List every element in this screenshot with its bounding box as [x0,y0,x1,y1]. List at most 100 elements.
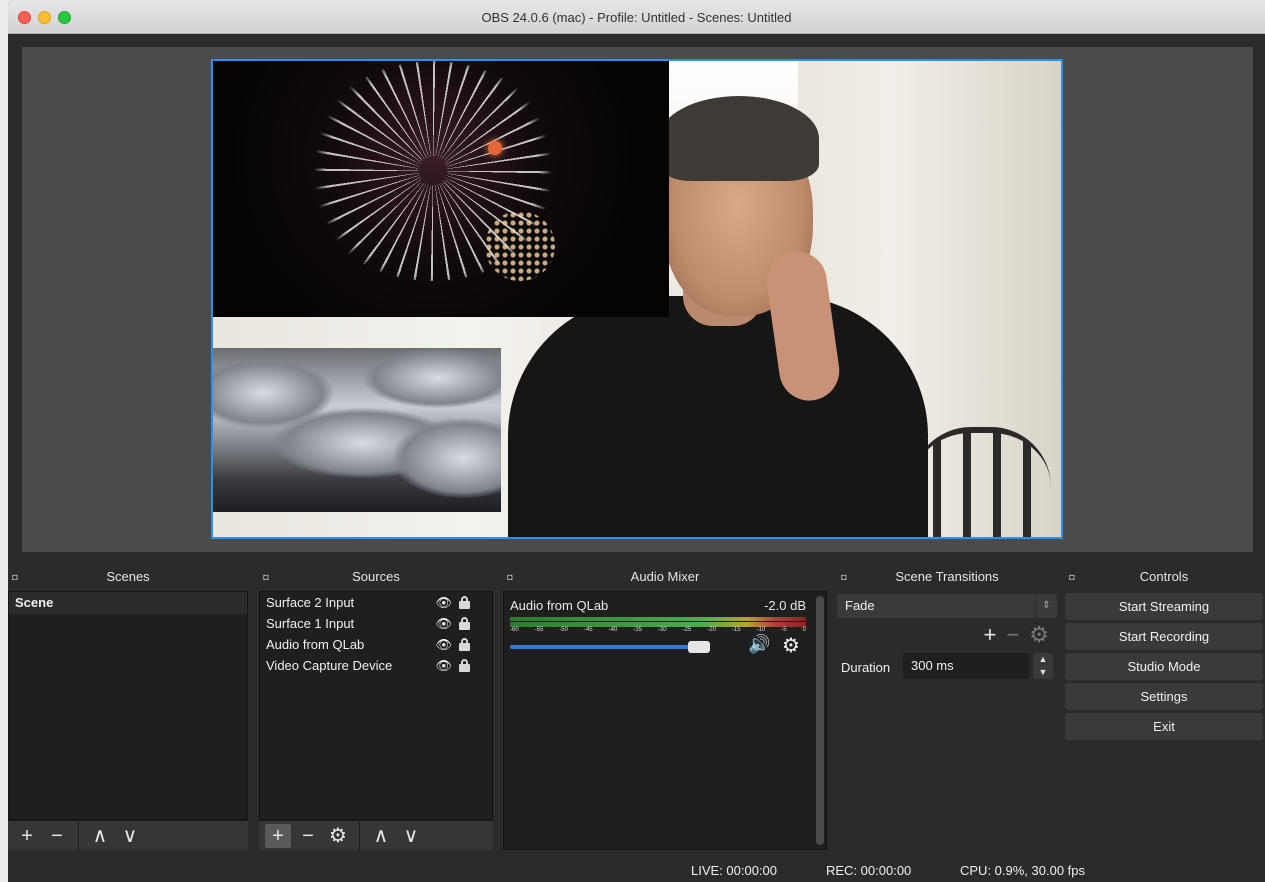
preview-area[interactable] [22,47,1253,552]
meter-tick-label: -60 [510,627,519,633]
duration-label: Duration [841,660,891,675]
transition-selected-value: Fade [845,598,875,613]
lock-icon[interactable] [459,659,470,672]
transition-tools: + − ⚙ [984,623,1049,647]
lock-icon[interactable] [459,596,470,609]
lock-icon[interactable] [459,617,470,630]
remove-scene-button[interactable]: − [44,824,70,848]
source-list-item[interactable]: Surface 2 Input 👁 [260,592,492,613]
lock-icon[interactable] [459,638,470,651]
transition-select[interactable]: Fade ⇕ [837,594,1057,618]
controls-dock-title: Controls [1139,569,1189,584]
move-scene-down-button[interactable]: ∨ [117,824,143,848]
move-source-down-button[interactable]: ∨ [398,824,424,848]
add-scene-button[interactable]: + [14,824,40,848]
transition-properties-gear-icon[interactable]: ⚙ [1029,623,1049,647]
source-name: Audio from QLab [266,637,365,652]
source-properties-gear-icon[interactable]: ⚙ [325,824,351,848]
scene-list-item[interactable]: Scene [9,592,247,614]
mixer-scrollbar[interactable] [816,596,824,845]
duration-stepper[interactable]: ▲ ▼ [1033,653,1053,679]
cpu-status: CPU: 0.9%, 30.00 fps [960,863,1086,878]
studio-mode-button[interactable]: Studio Mode [1065,653,1263,680]
source-name: Surface 1 Input [266,616,355,631]
source-surface-1-input[interactable] [213,348,501,512]
sources-dock-header: ◘ Sources [259,566,493,588]
meter-tick-label: -20 [707,627,716,633]
meter-tick-label: -40 [608,627,618,633]
live-status: LIVE: 00:00:00 [691,863,778,878]
scenes-dock-header: ◘ Scenes [8,566,248,588]
sources-list[interactable]: Surface 2 Input 👁 Surface 1 Input 👁 Audi… [259,591,493,820]
float-icon[interactable]: ◘ [837,566,851,588]
volume-meter [510,617,806,627]
duration-input[interactable]: 300 ms [903,653,1029,679]
firework-burst-small [485,211,555,281]
controls-dock: ◘ Controls Start Streaming Start Recordi… [1065,566,1263,850]
meter-tick-label: -15 [731,627,741,633]
source-list-item[interactable]: Surface 1 Input 👁 [260,613,492,634]
obs-window: OBS 24.0.6 (mac) - Profile: Untitled - S… [8,0,1265,882]
audio-mixer-dock-title: Audio Mixer [630,569,700,584]
add-transition-button[interactable]: + [984,623,997,647]
source-list-item[interactable]: Video Capture Device 👁 [260,655,492,676]
float-icon[interactable]: ◘ [259,566,273,588]
eye-icon[interactable]: 👁 [435,655,452,676]
remove-source-button[interactable]: − [295,824,321,848]
volume-slider[interactable] [510,645,699,649]
sources-toolbar: + − ⚙ ∧ ∨ [259,820,493,851]
eye-icon[interactable]: 👁 [435,592,452,613]
scenes-toolbar: + − ∧ ∨ [8,820,248,851]
controls-dock-header: ◘ Controls [1065,566,1263,588]
meter-tick-label: -25 [682,627,692,633]
scenes-list[interactable]: Scene [8,591,248,820]
float-icon[interactable]: ◘ [503,566,517,588]
start-streaming-button[interactable]: Start Streaming [1065,593,1263,620]
firework-spark [488,141,502,155]
add-source-button[interactable]: + [265,823,291,848]
scenes-dock: ◘ Scenes Scene + − ∧ ∨ [8,566,248,851]
move-scene-up-button[interactable]: ∧ [87,824,113,848]
scene-transitions-dock: ◘ Scene Transitions Fade ⇕ + − ⚙ Duratio… [837,566,1057,850]
scene-transitions-dock-header: ◘ Scene Transitions [837,566,1057,588]
move-source-up-button[interactable]: ∧ [368,824,394,848]
toolbar-divider [78,820,79,851]
gear-icon[interactable]: ⚙ [782,633,800,658]
chevron-updown-icon: ⇕ [1035,594,1057,618]
person-hair [659,96,819,181]
sources-dock: ◘ Sources Surface 2 Input 👁 Surface 1 In… [259,566,493,851]
chair [911,427,1051,537]
audio-mixer-panel: Audio from QLab -2.0 dB -60 -55 -50 -45 -40 -… [503,591,827,850]
exit-button[interactable]: Exit [1065,713,1263,740]
remove-transition-button[interactable]: − [1006,623,1019,647]
toolbar-divider [359,820,360,851]
float-icon[interactable]: ◘ [8,566,22,588]
title-bar: OBS 24.0.6 (mac) - Profile: Untitled - S… [8,0,1265,34]
person-body [508,296,928,537]
audio-mixer-dock-header: ◘ Audio Mixer [503,566,827,588]
program-canvas[interactable] [211,59,1063,539]
source-surface-2-input[interactable] [213,61,669,317]
mixer-channel-name: Audio from QLab [510,598,609,613]
volume-slider-knob[interactable] [687,641,710,653]
settings-button[interactable]: Settings [1065,683,1263,710]
eye-icon[interactable]: 👁 [435,634,452,655]
float-icon[interactable]: ◘ [1065,566,1079,588]
mixer-channel-db: -2.0 dB [764,598,806,613]
sources-dock-title: Sources [352,569,400,584]
rec-status: REC: 00:00:00 [826,863,912,878]
meter-tick-label: -55 [534,627,544,633]
audio-mixer-dock: ◘ Audio Mixer Audio from QLab -2.0 dB -6… [503,566,827,850]
cloud [363,348,501,408]
start-recording-button[interactable]: Start Recording [1065,623,1263,650]
eye-icon[interactable]: 👁 [435,613,452,634]
scene-transitions-dock-title: Scene Transitions [895,569,999,584]
scenes-dock-title: Scenes [106,569,150,584]
source-name: Video Capture Device [266,658,393,673]
meter-tick-label: -45 [583,627,593,633]
window-title: OBS 24.0.6 (mac) - Profile: Untitled - S… [481,10,792,25]
source-list-item[interactable]: Audio from QLab 👁 [260,634,492,655]
meter-tick-label: -35 [633,627,642,633]
meter-tick-label: 0 [802,627,806,633]
speaker-icon[interactable]: 🔊 [748,634,770,655]
